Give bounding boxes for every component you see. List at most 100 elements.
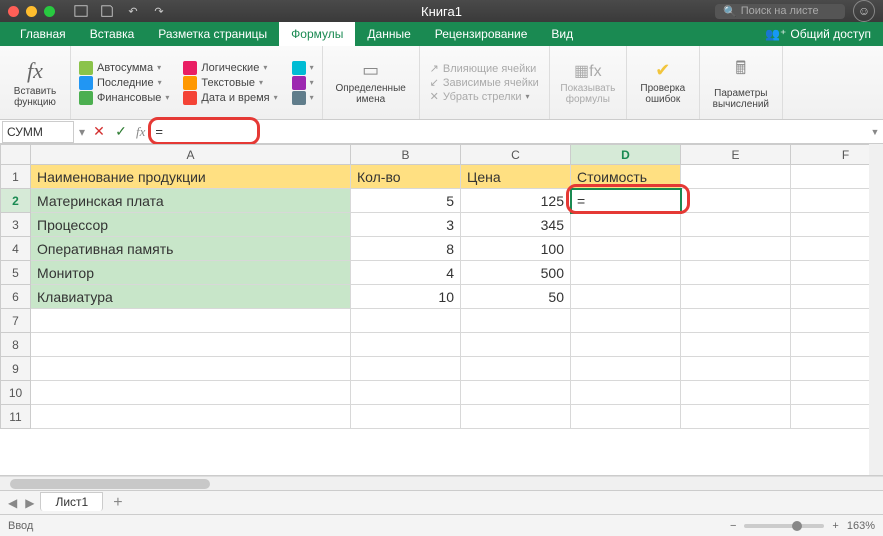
cell-a3[interactable]: Процессор [31,213,351,237]
cell-a5[interactable]: Монитор [31,261,351,285]
share-button[interactable]: 👥⁺ Общий доступ [753,22,883,46]
cell-b2[interactable]: 5 [351,189,461,213]
row-header-2[interactable]: 2 [1,189,31,213]
cell-d6[interactable] [571,285,681,309]
vertical-scrollbar[interactable] [869,144,883,475]
undo-icon[interactable]: ↶ [123,3,143,19]
math-functions-button[interactable]: ▾ [290,76,316,90]
cell-c6[interactable]: 50 [461,285,571,309]
cell-b6[interactable]: 10 [351,285,461,309]
cell-b4[interactable]: 8 [351,237,461,261]
insert-function-button[interactable]: fx Вставить функцию [8,58,62,108]
tab-review[interactable]: Рецензирование [423,22,540,46]
cell-e1[interactable] [681,165,791,189]
lookup-functions-button[interactable]: ▾ [290,61,316,75]
financial-functions-button[interactable]: Финансовые▾ [77,91,171,105]
tab-data[interactable]: Данные [355,22,422,46]
cell-b5[interactable]: 4 [351,261,461,285]
logical-functions-button[interactable]: Логические▾ [181,61,279,75]
cell-b3[interactable]: 3 [351,213,461,237]
col-header-b[interactable]: B [351,145,461,165]
horizontal-scrollbar[interactable] [0,476,883,490]
worksheet-grid[interactable]: A B C D E F 1 Наименование продукции Кол… [0,144,883,476]
cell-a6[interactable]: Клавиатура [31,285,351,309]
name-box[interactable]: СУММ [2,121,74,143]
sheet-nav-next-icon[interactable]: ▶ [23,496,36,510]
col-header-e[interactable]: E [681,145,791,165]
cell-c5[interactable]: 500 [461,261,571,285]
other-functions-button[interactable]: ▾ [290,91,316,105]
name-box-dropdown-icon[interactable]: ▾ [76,125,88,139]
tab-insert[interactable]: Вставка [78,22,147,46]
cell-a4[interactable]: Оперативная память [31,237,351,261]
cancel-formula-button[interactable]: ✕ [88,123,110,140]
formula-input[interactable]: = [149,124,867,139]
cell-d4[interactable] [571,237,681,261]
user-account-icon[interactable]: ☺ [853,0,875,22]
search-input[interactable]: 🔍 Поиск на листе [715,4,845,19]
recent-functions-button[interactable]: Последние▾ [77,76,171,90]
cell-a1[interactable]: Наименование продукции [31,165,351,189]
cell-c3[interactable]: 345 [461,213,571,237]
arrow-down-left-icon: ↙ [430,76,439,89]
cell-e5[interactable] [681,261,791,285]
cell-d2-active[interactable]: = [571,189,681,213]
row-header-11[interactable]: 11 [1,405,31,429]
tab-home[interactable]: Главная [8,22,78,46]
row-header-1[interactable]: 1 [1,165,31,189]
error-checking-button[interactable]: ✔ Проверка ошибок [635,60,691,105]
row-header-8[interactable]: 8 [1,333,31,357]
cell-d5[interactable] [571,261,681,285]
cell-c4[interactable]: 100 [461,237,571,261]
enter-formula-button[interactable]: ✓ [110,123,132,140]
cell-c1[interactable]: Цена [461,165,571,189]
row-header-5[interactable]: 5 [1,261,31,285]
zoom-level[interactable]: 163% [847,520,875,532]
save-icon[interactable] [97,3,117,19]
zoom-in-button[interactable]: + [832,520,838,532]
cell-d3[interactable] [571,213,681,237]
trace-dependents-button[interactable]: ↙Зависимые ячейки [430,76,539,89]
redo-icon[interactable]: ↷ [149,3,169,19]
trace-precedents-button[interactable]: ↗Влияющие ячейки [430,62,539,75]
add-sheet-button[interactable]: + [107,494,128,512]
tab-view[interactable]: Вид [539,22,585,46]
col-header-c[interactable]: C [461,145,571,165]
autosum-button[interactable]: Автосумма▾ [77,61,171,75]
cell-e6[interactable] [681,285,791,309]
cell-b1[interactable]: Кол-во [351,165,461,189]
remove-arrows-button[interactable]: ✕Убрать стрелки▾ [430,90,539,103]
cell-d1[interactable]: Стоимость [571,165,681,189]
row-header-6[interactable]: 6 [1,285,31,309]
expand-formula-bar-icon[interactable]: ▼ [867,127,883,137]
minimize-window-button[interactable] [26,6,37,17]
cell-a2[interactable]: Материнская плата [31,189,351,213]
select-all-corner[interactable] [1,145,31,165]
tab-page-layout[interactable]: Разметка страницы [146,22,279,46]
row-header-4[interactable]: 4 [1,237,31,261]
show-formulas-button[interactable]: ▦fx Показывать формулы [558,61,618,105]
datetime-functions-button[interactable]: Дата и время▾ [181,91,279,105]
sheet-tab-1[interactable]: Лист1 [40,492,103,511]
zoom-slider[interactable] [744,524,824,528]
close-window-button[interactable] [8,6,19,17]
text-functions-button[interactable]: Текстовые▾ [181,76,279,90]
col-header-d[interactable]: D [571,145,681,165]
row-header-10[interactable]: 10 [1,381,31,405]
zoom-window-button[interactable] [44,6,55,17]
tab-formulas[interactable]: Формулы [279,22,355,46]
cell-e3[interactable] [681,213,791,237]
defined-names-button[interactable]: ▭ Определенные имена [331,60,411,105]
zoom-out-button[interactable]: − [730,520,736,532]
cell-e4[interactable] [681,237,791,261]
table-row: 4 Оперативная память 8 100 [1,237,883,261]
col-header-a[interactable]: A [31,145,351,165]
row-header-3[interactable]: 3 [1,213,31,237]
row-header-7[interactable]: 7 [1,309,31,333]
cell-e2[interactable] [681,189,791,213]
row-header-9[interactable]: 9 [1,357,31,381]
column-headers[interactable]: A B C D E F [1,145,883,165]
sheet-nav-prev-icon[interactable]: ◀ [6,496,19,510]
cell-c2[interactable]: 125 [461,189,571,213]
calculation-options-button[interactable]: 🖩 Параметры вычислений [708,56,774,110]
